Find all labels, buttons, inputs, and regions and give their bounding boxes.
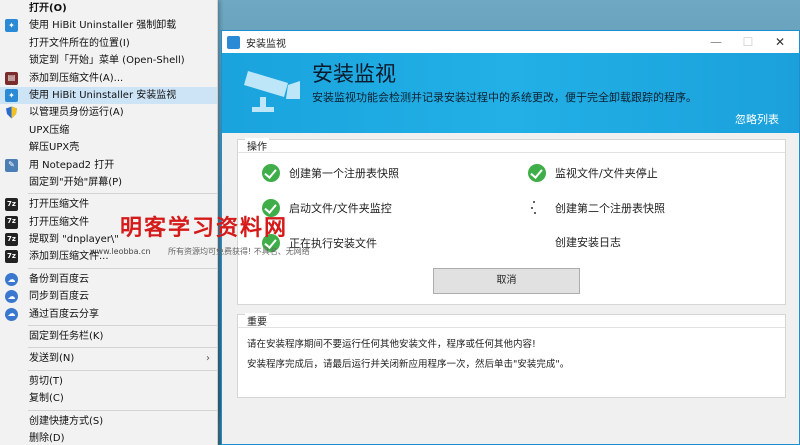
7zip-icon: 7z <box>5 233 18 247</box>
important-note: 请在安装程序期间不要运行任何其他安装文件，程序或任何其他内容! <box>247 339 536 350</box>
menu-item-label: 同步到百度云 <box>29 291 89 303</box>
menu-item-label: 固定到"开始"屏幕(P) <box>29 176 123 188</box>
menu-item-label: 通过百度云分享 <box>29 308 99 320</box>
menu-item-create-shortcut[interactable]: 创建快捷方式(S) <box>0 413 217 430</box>
menu-item-label: 打开(O) <box>29 3 67 14</box>
menu-item-notepad2[interactable]: ✎ 用 Notepad2 打开 <box>0 157 217 174</box>
baidu-icon: ☁ <box>5 290 18 304</box>
menu-item-open[interactable]: 打开(O) <box>0 0 217 17</box>
menu-item-baidu-share[interactable]: ☁ 通过百度云分享 <box>0 306 217 323</box>
chevron-right-icon: › <box>206 353 210 365</box>
security-camera-icon <box>244 71 300 112</box>
menu-item-open-location[interactable]: 打开文件所在的位置(I) <box>0 35 217 52</box>
menu-item-copy[interactable]: 复制(C) <box>0 390 217 407</box>
check-icon <box>262 164 280 182</box>
close-button[interactable]: ✕ <box>767 31 793 53</box>
menu-item-label: 发送到(N) <box>29 353 75 365</box>
menu-item-send-to[interactable]: 发送到(N) › <box>0 350 217 367</box>
menu-item-upx-compress[interactable]: UPX压缩 <box>0 122 217 139</box>
watermark-subtitle: 所有资源均可免费获得! 不具名、无网络 <box>168 247 310 256</box>
minimize-button[interactable]: — <box>703 31 729 53</box>
7zip-icon: 7z <box>5 250 18 264</box>
op-item: 监视文件/文件夹停止 <box>528 164 658 182</box>
menu-item-pin-taskbar[interactable]: 固定到任务栏(K) <box>0 328 217 345</box>
important-label: 重要 <box>245 313 269 328</box>
menu-item-hibit-install-monitor[interactable]: ✦ 使用 HiBit Uninstaller 安装监视 <box>0 86 217 105</box>
menu-item-add-archive[interactable]: ▤ 添加到压缩文件(A)... <box>0 70 217 87</box>
menu-separator <box>28 369 217 371</box>
op-text: 创建安装日志 <box>555 236 621 249</box>
7zip-icon: 7z <box>5 198 18 212</box>
menu-item-pin-open-shell[interactable]: 锁定到「开始」菜单 (Open-Shell) <box>0 52 217 69</box>
watermark-url: www.leobba.cn <box>90 247 151 256</box>
menu-item-label: 解压UPX壳 <box>29 142 80 154</box>
menu-item-label: 创建快捷方式(S) <box>29 415 104 427</box>
menu-separator <box>28 325 217 327</box>
hibit-icon: ✦ <box>5 19 18 33</box>
operations-label: 操作 <box>245 138 269 153</box>
menu-separator <box>28 267 217 269</box>
menu-item-label: UPX压缩 <box>29 124 70 136</box>
install-monitor-window: 安装监视 — ☐ ✕ 安装监视 安装监视功能会检测并记录安装过程中的系统更改，便… <box>221 30 800 445</box>
menu-item-label: 固定到任务栏(K) <box>29 331 104 343</box>
op-text: 监视文件/文件夹停止 <box>555 167 658 180</box>
divider <box>238 152 785 153</box>
7zip-icon: 7z <box>5 215 18 229</box>
menu-item-label: 打开压缩文件 <box>29 199 89 211</box>
menu-item-label: 剪切(T) <box>29 375 63 387</box>
shield-icon <box>5 106 18 119</box>
menu-item-label: 使用 HiBit Uninstaller 安装监视 <box>29 89 177 101</box>
op-item: 创建第一个注册表快照 <box>262 164 399 182</box>
menu-item-hibit-force-uninstall[interactable]: ✦ 使用 HiBit Uninstaller 强制卸载 <box>0 17 217 34</box>
important-note: 安装程序完成后，请最后运行并关闭新应用程序一次，然后单击"安装完成"。 <box>247 359 570 370</box>
hibit-icon <box>227 35 240 49</box>
menu-separator <box>28 409 217 411</box>
baidu-icon: ☁ <box>5 307 18 321</box>
banner-title: 安装监视 <box>312 62 396 86</box>
hibit-icon: ✦ <box>5 88 18 102</box>
op-text: 创建第二个注册表快照 <box>555 202 665 215</box>
menu-item-upx-unpack[interactable]: 解压UPX壳 <box>0 139 217 156</box>
check-icon <box>528 164 546 182</box>
menu-item-label: 锁定到「开始」菜单 (Open-Shell) <box>29 55 185 67</box>
menu-item-pin-start[interactable]: 固定到"开始"屏幕(P) <box>0 174 217 191</box>
window-title: 安装监视 <box>246 38 286 50</box>
menu-item-label: 添加到压缩文件(A)... <box>29 72 124 84</box>
menu-item-label: 删除(D) <box>29 432 65 444</box>
op-item: 创建安装日志 <box>528 234 621 250</box>
maximize-button[interactable]: ☐ <box>735 31 761 53</box>
op-item: 创建第二个注册表快照 <box>528 199 665 217</box>
op-text: 创建第一个注册表快照 <box>289 167 399 180</box>
watermark-title: 明客学习资料网 <box>120 215 289 241</box>
menu-item-label: 备份到百度云 <box>29 273 89 285</box>
menu-item-label: 以管理员身份运行(A) <box>29 107 124 119</box>
title-bar[interactable]: 安装监视 — ☐ ✕ <box>222 31 799 53</box>
menu-separator <box>28 347 217 349</box>
notepad-icon: ✎ <box>5 158 18 172</box>
important-panel: 重要 请在安装程序期间不要运行任何其他安装文件，程序或任何其他内容! 安装程序完… <box>237 313 786 398</box>
menu-item-label: 打开压缩文件 <box>29 216 89 228</box>
menu-item-baidu-sync[interactable]: ☁ 同步到百度云 <box>0 288 217 305</box>
menu-item-label: 提取到 "dnplayer\" <box>29 234 119 246</box>
cancel-button[interactable]: 取消 <box>433 268 580 294</box>
spinner-icon <box>528 199 546 217</box>
ignore-list-link[interactable]: 忽略列表 <box>735 111 779 127</box>
menu-item-baidu-backup[interactable]: ☁ 备份到百度云 <box>0 271 217 288</box>
header-banner: 安装监视 安装监视功能会检测并记录安装过程中的系统更改，便于完全卸载跟踪的程序。… <box>222 53 799 133</box>
archive-icon: ▤ <box>5 71 18 85</box>
menu-item-run-as-admin[interactable]: 以管理员身份运行(A) <box>0 104 217 121</box>
menu-item-label: 打开文件所在的位置(I) <box>29 37 130 49</box>
menu-separator <box>28 193 217 195</box>
menu-item-label: 复制(C) <box>29 393 64 405</box>
divider <box>238 327 785 328</box>
menu-item-label: 用 Notepad2 打开 <box>29 159 115 171</box>
menu-item-cut[interactable]: 剪切(T) <box>0 373 217 390</box>
menu-item-label: 使用 HiBit Uninstaller 强制卸载 <box>29 20 177 32</box>
banner-description: 安装监视功能会检测并记录安装过程中的系统更改，便于完全卸载跟踪的程序。 <box>312 91 697 104</box>
baidu-icon: ☁ <box>5 272 18 286</box>
menu-item-delete[interactable]: 删除(D) <box>0 430 217 445</box>
op-text: 启动文件/文件夹监控 <box>289 202 392 215</box>
